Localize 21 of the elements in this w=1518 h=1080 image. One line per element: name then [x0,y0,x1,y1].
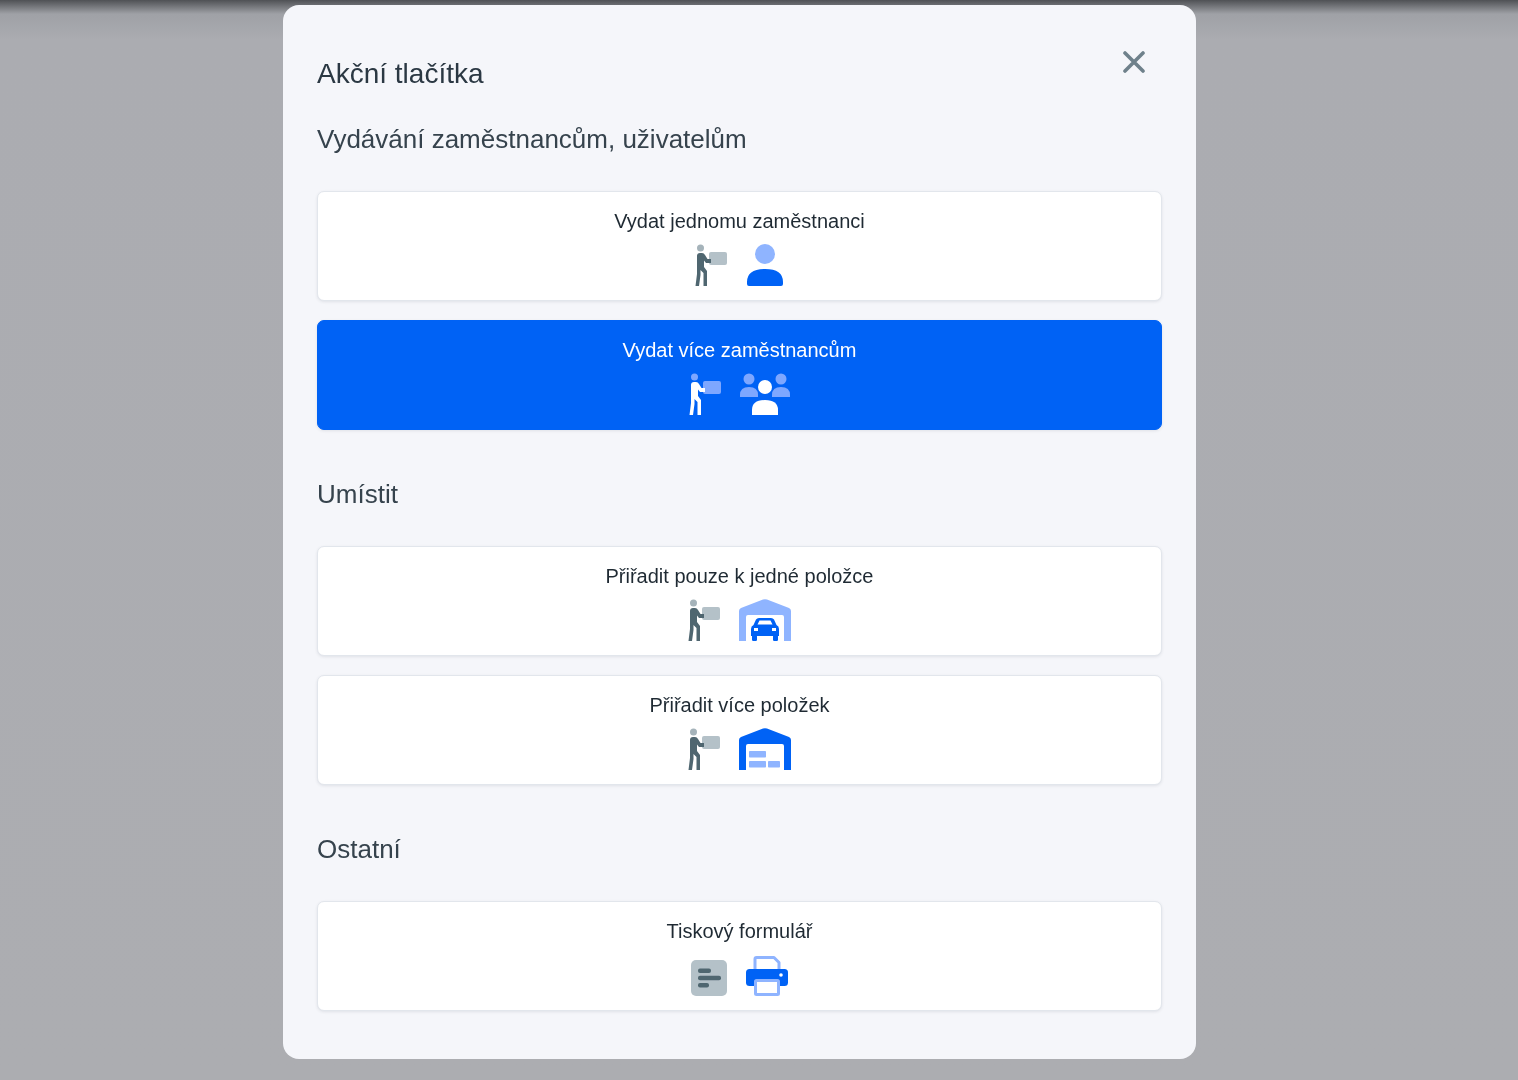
person-carrying-box-icon [695,244,727,286]
action-button[interactable]: Tiskový formulář [317,901,1162,1011]
close-button[interactable] [1123,51,1145,73]
section-heading: Ostatní [317,834,402,865]
people-icon [740,373,790,415]
close-icon [1123,51,1145,73]
warehouse-icon [739,728,791,770]
section-heading: Vydávání zaměstnancům, uživatelům [317,124,748,155]
printer-icon [746,956,788,996]
person-carrying-box-icon [688,599,720,641]
section-heading: Umístit [317,479,399,510]
person-carrying-box-icon [688,728,720,770]
person-icon [746,244,784,286]
document-icon [691,960,727,996]
action-button[interactable]: Vydat více zaměstnancům [317,320,1162,430]
action-button[interactable]: Přiřadit více položek [317,675,1162,785]
action-button[interactable]: Vydat jednomu zaměstnanci [317,191,1162,301]
dialog-title: Akční tlačítka [317,57,484,91]
person-carrying-box-icon [689,373,721,415]
garage-with-car-icon [739,599,791,641]
action-button[interactable]: Přiřadit pouze k jedné položce [317,546,1162,656]
